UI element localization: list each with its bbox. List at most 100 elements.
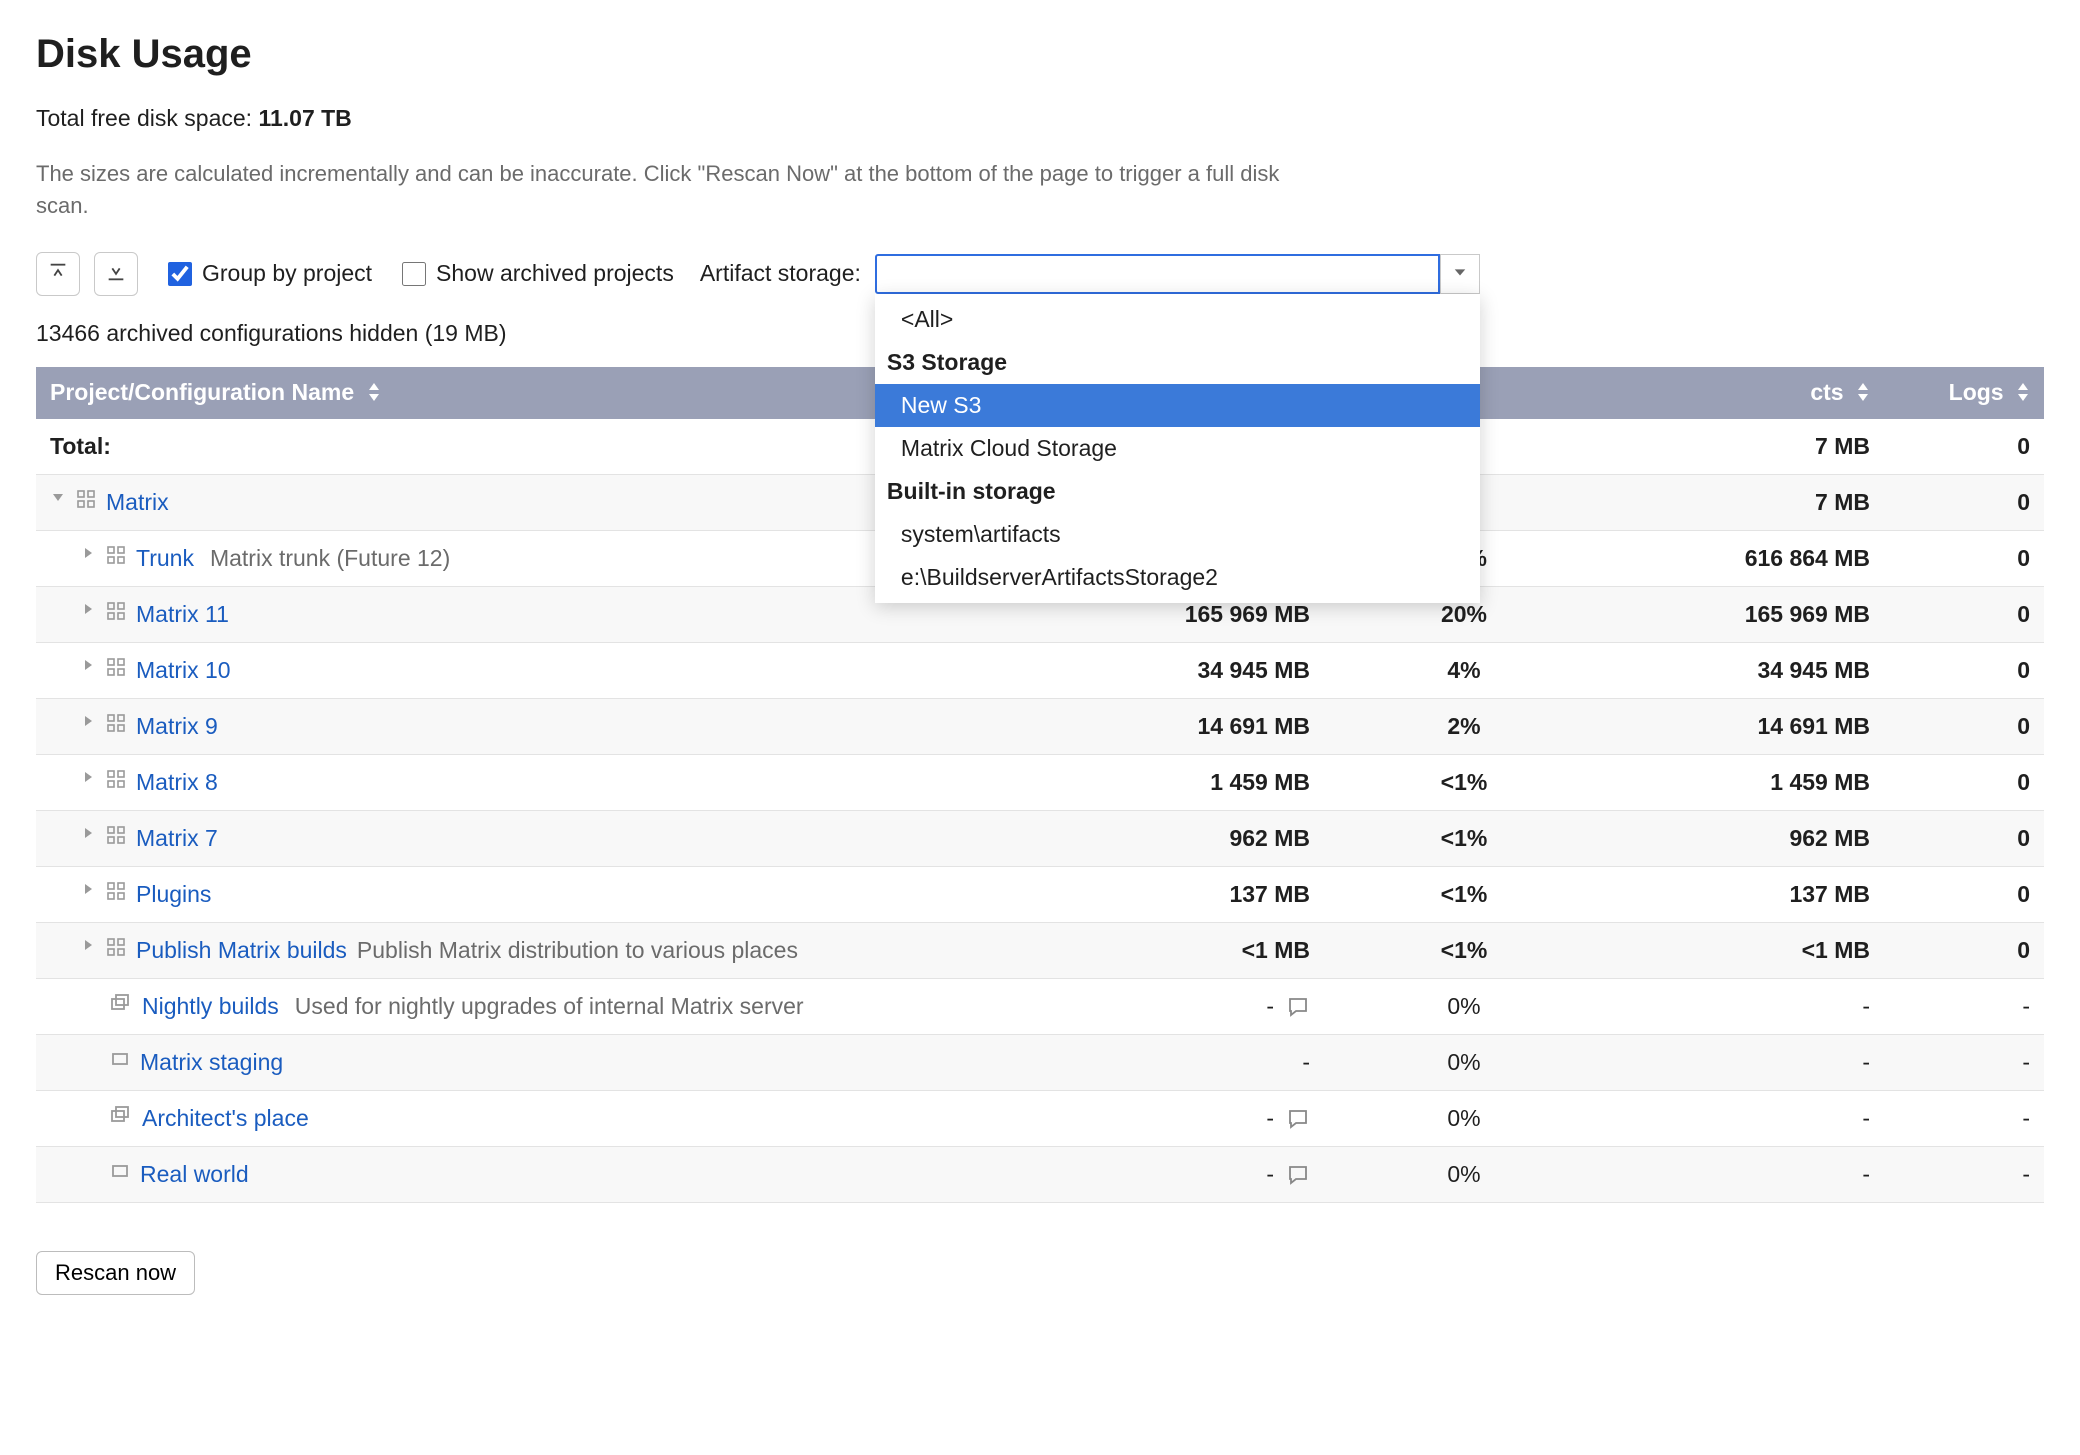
collapse-all-icon — [47, 261, 69, 286]
table-row: Matrix staging-0%-- — [36, 1035, 2044, 1091]
dropdown-item-all[interactable]: <All> — [875, 298, 1480, 341]
logs-value: 0 — [1884, 643, 2044, 699]
rescan-now-button[interactable]: Rescan now — [36, 1251, 195, 1295]
logs-value: 0 — [1884, 475, 2044, 531]
expand-toggle[interactable] — [80, 601, 96, 617]
project-icon — [106, 657, 126, 677]
expand-all-icon — [105, 261, 127, 286]
expand-toggle[interactable] — [80, 657, 96, 673]
page-title: Disk Usage — [36, 32, 2044, 77]
expand-all-button[interactable] — [94, 252, 138, 296]
project-link[interactable]: Plugins — [136, 881, 211, 908]
artifacts-value: 14 691 MB — [1604, 699, 1884, 755]
config-link[interactable]: Architect's place — [142, 1105, 309, 1132]
percent-value: <1% — [1324, 867, 1604, 923]
comment-icon[interactable] — [1286, 1163, 1310, 1187]
artifacts-value: 165 969 MB — [1604, 587, 1884, 643]
table-row: Matrix 81 459 MB<1%1 459 MB0 — [36, 755, 2044, 811]
project-icon — [106, 937, 126, 957]
expand-toggle[interactable] — [80, 937, 96, 953]
expand-toggle[interactable] — [80, 769, 96, 785]
dropdown-group-s3: S3 Storage — [875, 341, 1480, 384]
artifacts-value: 7 MB — [1604, 475, 1884, 531]
config-link[interactable]: Matrix staging — [140, 1049, 283, 1076]
logs-value: - — [1884, 1091, 2044, 1147]
project-link[interactable]: Matrix 8 — [136, 769, 218, 796]
col-artifacts[interactable]: cts — [1604, 367, 1884, 419]
expand-toggle[interactable] — [80, 825, 96, 841]
artifacts-value: 616 864 MB — [1604, 531, 1884, 587]
size-value: 137 MB — [1229, 881, 1310, 908]
show-archived-checkbox[interactable] — [402, 262, 426, 286]
project-icon — [106, 545, 126, 565]
project-link[interactable]: Matrix 7 — [136, 825, 218, 852]
inaccuracy-note: The sizes are calculated incrementally a… — [36, 158, 1286, 222]
percent-value: <1% — [1324, 923, 1604, 979]
artifacts-value: - — [1604, 1035, 1884, 1091]
logs-value: 0 — [1884, 699, 2044, 755]
percent-value: 0% — [1324, 1035, 1604, 1091]
group-by-project-label[interactable]: Group by project — [202, 260, 372, 287]
free-space-line: Total free disk space: 11.07 TB — [36, 105, 2044, 132]
group-by-project-checkbox[interactable] — [168, 262, 192, 286]
project-link[interactable]: Publish Matrix builds — [136, 937, 347, 964]
project-icon — [106, 769, 126, 789]
percent-value: 4% — [1324, 643, 1604, 699]
row-description: Publish Matrix distribution to various p… — [357, 937, 798, 964]
project-link[interactable]: Matrix — [106, 489, 169, 516]
config-link[interactable]: Real world — [140, 1161, 249, 1188]
row-description: Used for nightly upgrades of internal Ma… — [295, 993, 804, 1020]
logs-value: 0 — [1884, 867, 2044, 923]
expand-toggle[interactable] — [80, 881, 96, 897]
show-archived-label[interactable]: Show archived projects — [436, 260, 674, 287]
dropdown-group-builtin: Built-in storage — [875, 470, 1480, 513]
comment-icon[interactable] — [1286, 995, 1310, 1019]
collapse-all-button[interactable] — [36, 252, 80, 296]
project-link[interactable]: Matrix 11 — [136, 601, 229, 628]
artifact-storage-combo[interactable]: <All> S3 Storage New S3 Matrix Cloud Sto… — [875, 254, 1480, 294]
comment-icon[interactable] — [1286, 1107, 1310, 1131]
table-row: Real world-0%-- — [36, 1147, 2044, 1203]
project-link[interactable]: Matrix 9 — [136, 713, 218, 740]
dropdown-item-new-s3[interactable]: New S3 — [875, 384, 1480, 427]
col-artifacts-label: cts — [1810, 379, 1843, 405]
project-link[interactable]: Trunk — [136, 545, 194, 572]
config-icon — [110, 1049, 130, 1069]
dropdown-item-system-artifacts[interactable]: system\artifacts — [875, 513, 1480, 556]
artifacts-value: 34 945 MB — [1604, 643, 1884, 699]
expand-toggle[interactable] — [80, 545, 96, 561]
artifact-storage-dropdown-button[interactable] — [1440, 254, 1480, 294]
logs-value: 0 — [1884, 811, 2044, 867]
col-logs[interactable]: Logs — [1884, 367, 2044, 419]
logs-value: 0 — [1884, 587, 2044, 643]
size-value: - — [1302, 1049, 1310, 1076]
table-row: Publish Matrix builds Publish Matrix dis… — [36, 923, 2044, 979]
project-icon — [76, 489, 96, 509]
expand-toggle[interactable] — [50, 489, 66, 505]
config-link[interactable]: Nightly builds — [142, 993, 279, 1020]
artifact-storage-input[interactable] — [875, 254, 1440, 294]
expand-toggle[interactable] — [80, 713, 96, 729]
sort-icon — [367, 380, 381, 407]
project-icon — [106, 825, 126, 845]
logs-value: 0 — [1884, 531, 2044, 587]
artifact-storage-label: Artifact storage: — [700, 260, 861, 287]
percent-value: <1% — [1324, 755, 1604, 811]
composite-config-icon — [110, 1105, 132, 1125]
size-value: - — [1266, 1105, 1274, 1132]
percent-value: 0% — [1324, 1091, 1604, 1147]
project-link[interactable]: Matrix 10 — [136, 657, 231, 684]
logs-value: - — [1884, 979, 2044, 1035]
artifacts-value: 137 MB — [1604, 867, 1884, 923]
dropdown-item-matrix-cloud[interactable]: Matrix Cloud Storage — [875, 427, 1480, 470]
size-value: - — [1266, 1161, 1274, 1188]
table-row: Matrix 7962 MB<1%962 MB0 — [36, 811, 2044, 867]
total-label: Total: — [50, 433, 111, 460]
dropdown-item-buildserver-artifacts[interactable]: e:\BuildserverArtifactsStorage2 — [875, 556, 1480, 599]
composite-config-icon — [110, 993, 132, 1013]
table-row: Matrix 1034 945 MB4%34 945 MB0 — [36, 643, 2044, 699]
percent-value: <1% — [1324, 811, 1604, 867]
project-icon — [106, 601, 126, 621]
logs-value: - — [1884, 1035, 2044, 1091]
table-row: Plugins137 MB<1%137 MB0 — [36, 867, 2044, 923]
